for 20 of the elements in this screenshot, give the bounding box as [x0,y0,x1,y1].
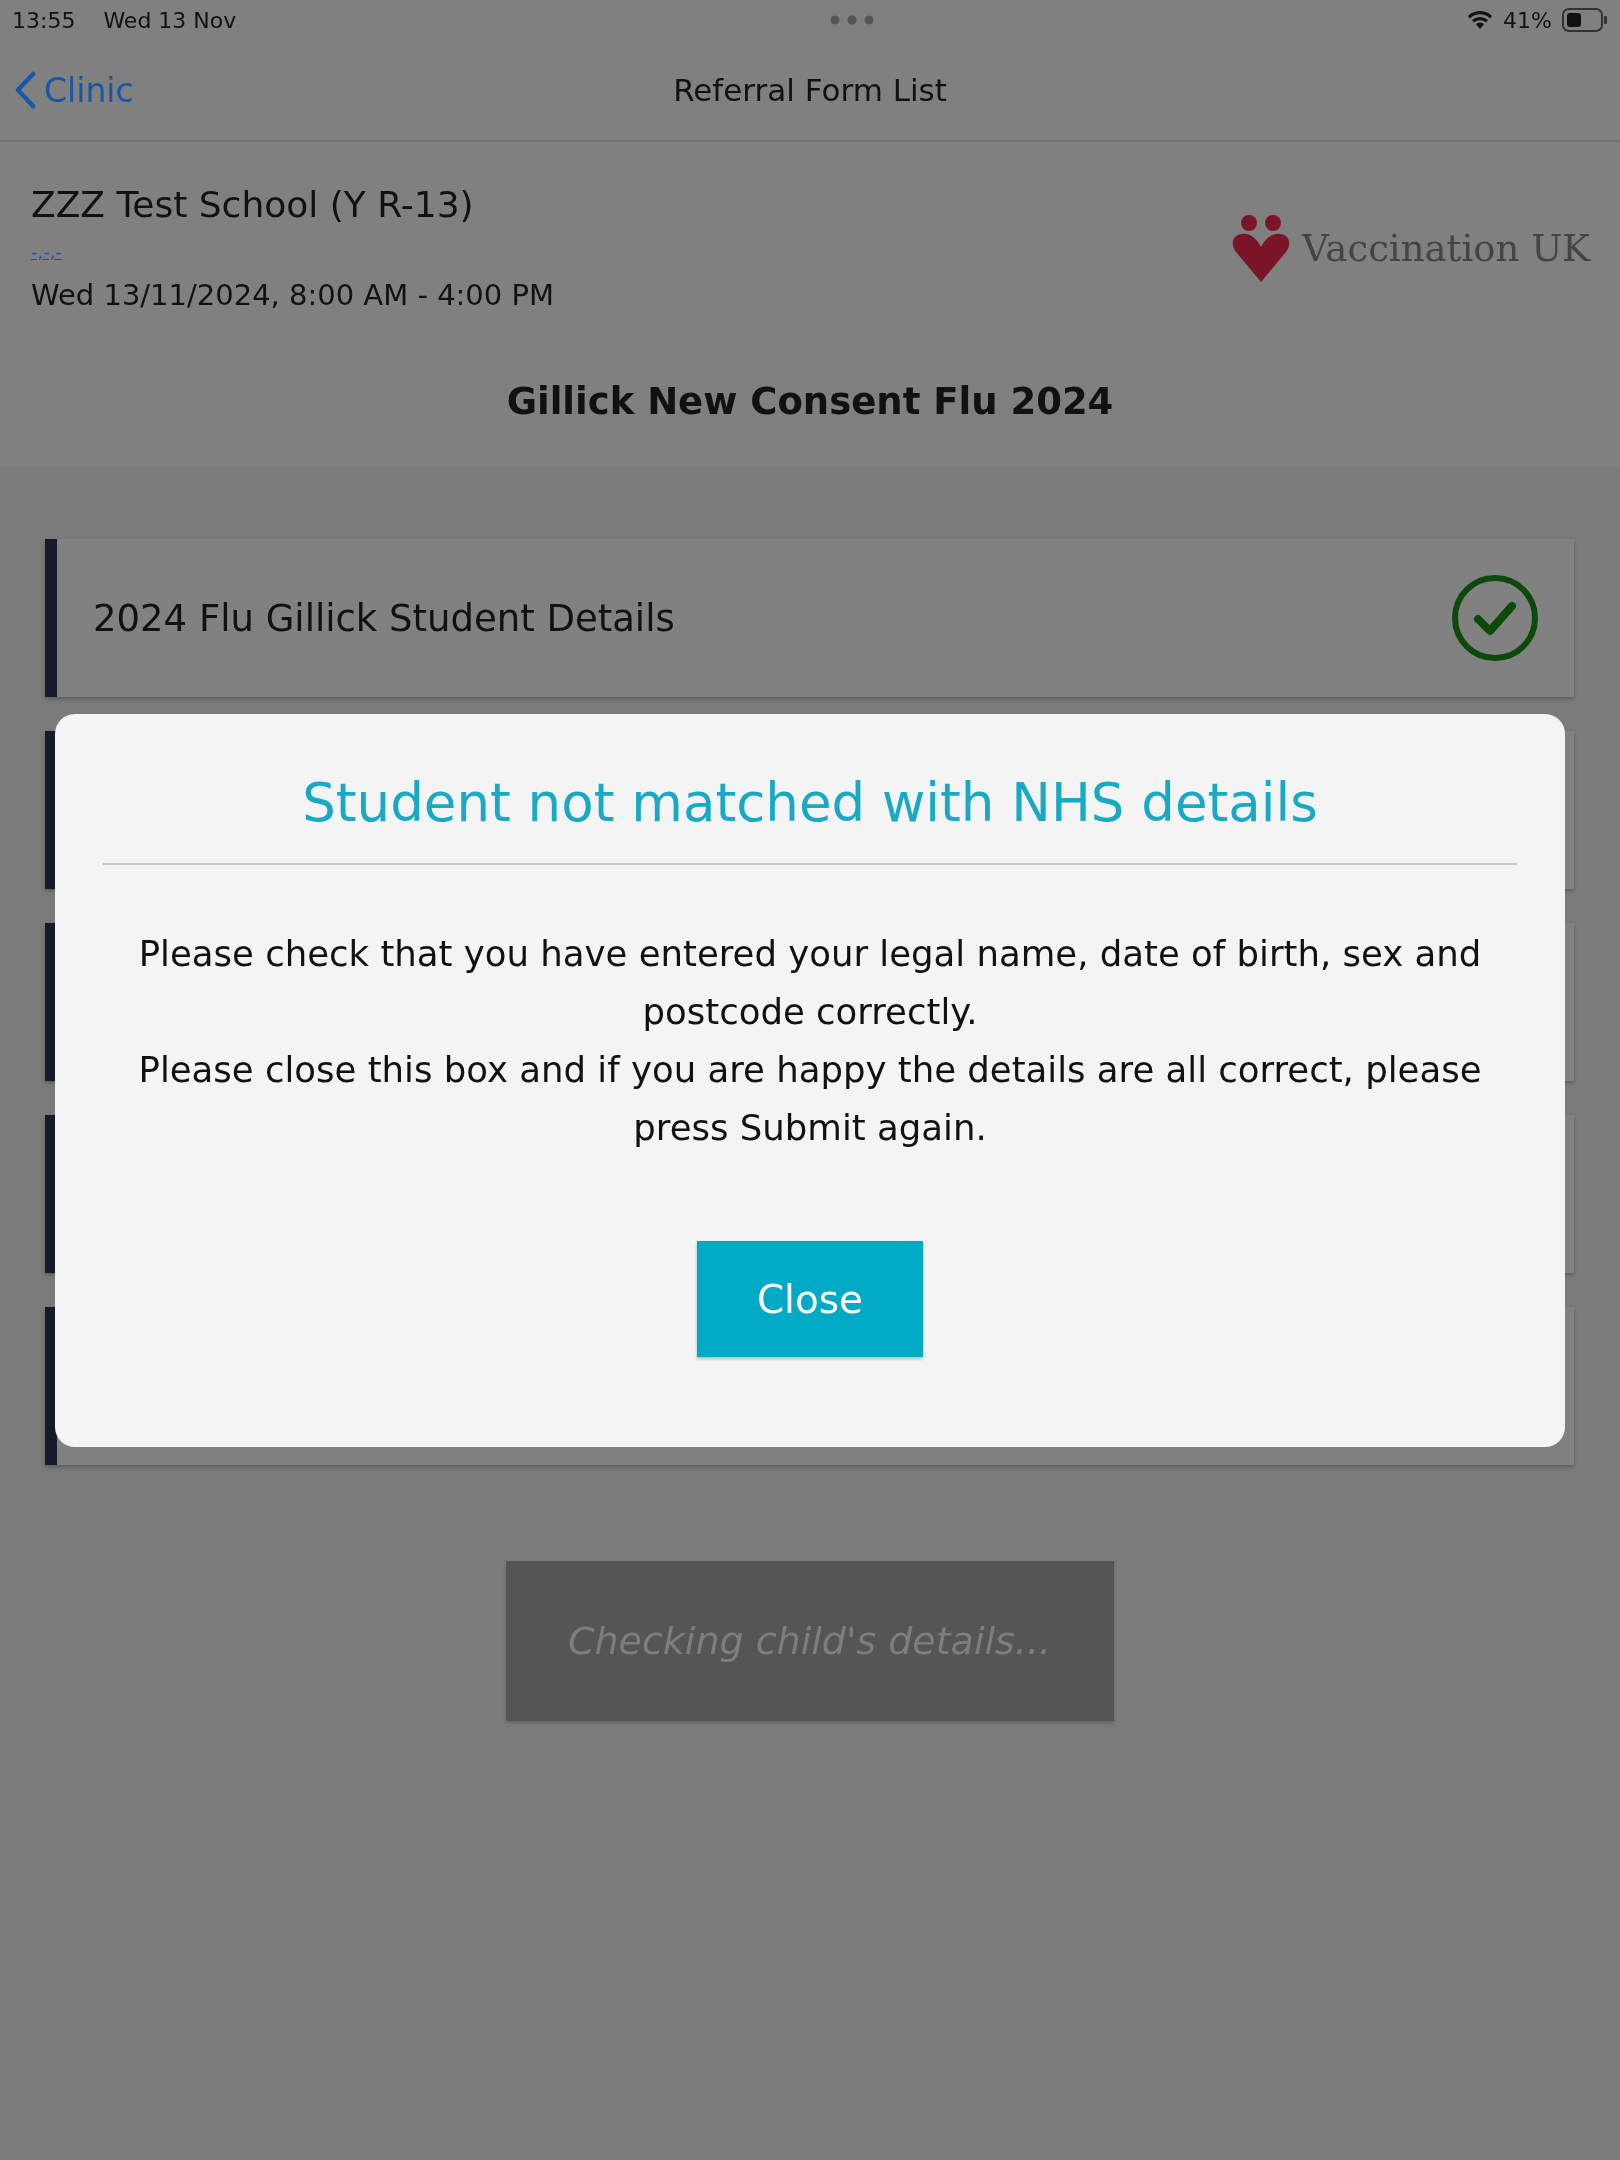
dialog-message: Please check that you have entered your legal name, date of birth, sex and postcode correctly. Please close this box and if you are happy the details are all correct, please press Submit again. [137,932,1483,1150]
school-name: ZZZ Test School (Y R-13) [31,184,475,225]
section-label: 2024 Flu Gillick Student Details [93,596,675,640]
status-date: Wed 13 Nov [103,7,237,33]
back-link[interactable]: Clinic [14,70,674,110]
page-title: Referral Form List [673,72,947,108]
detail-link[interactable]: -,-,- [31,241,62,262]
chevron-left-icon [14,71,36,109]
form-section-card[interactable]: 2024 Flu Gillick Student Details [45,539,1574,697]
dialog-title: Student not matched with NHS details [302,771,1318,835]
form-title: Gillick New Consent Flu 2024 [505,379,1115,425]
logo-text: Vaccination UK [1302,226,1590,270]
wifi-icon [1467,10,1494,30]
clinic-datetime: Wed 13/11/2024, 8:00 AM - 4:00 PM [31,278,554,312]
status-time: 13:55 [12,7,76,33]
battery-percent: 41% [1503,7,1552,33]
close-button[interactable]: Close [697,1241,923,1357]
battery-icon [1562,8,1608,32]
more-dots-icon [829,15,874,25]
heart-logo-icon [1232,214,1291,282]
